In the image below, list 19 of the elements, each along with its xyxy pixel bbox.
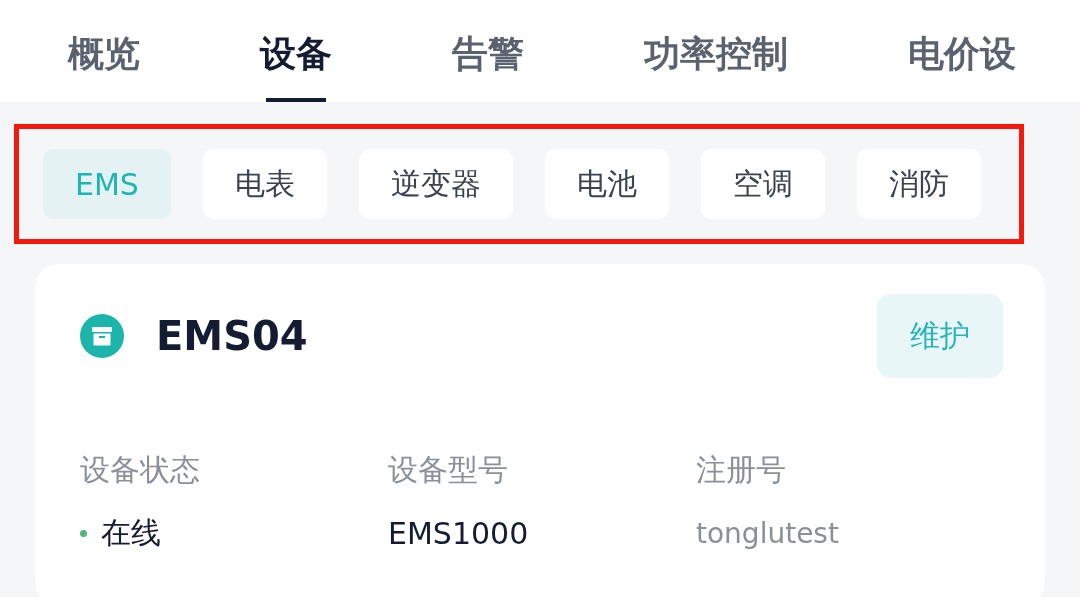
device-type-chip[interactable]: 逆变器 [358,149,513,219]
device-type-chip[interactable]: 消防 [856,149,981,219]
tab[interactable]: 概览 [68,0,140,102]
field-value: EMS1000 [388,516,529,551]
device-name: EMS04 [156,313,308,359]
tab[interactable]: 设备 [260,0,332,102]
device-type-chip[interactable]: 空调 [700,149,825,219]
tab-underline [266,98,326,102]
device-type-chip[interactable]: 电池 [544,149,669,219]
blurred-value: tonglutest [696,517,839,550]
field-label: 设备型号 [388,451,509,489]
field-label: 设备状态 [80,451,201,489]
tab[interactable]: 功率控制 [644,0,788,102]
archive-box-icon [80,314,124,358]
tab[interactable]: 告警 [452,0,524,102]
device-type-chip[interactable]: 电表 [202,149,327,219]
status-value: 在线 [101,514,161,552]
tab[interactable]: 电价设 [908,0,1016,102]
field-label: 注册号 [696,451,787,489]
